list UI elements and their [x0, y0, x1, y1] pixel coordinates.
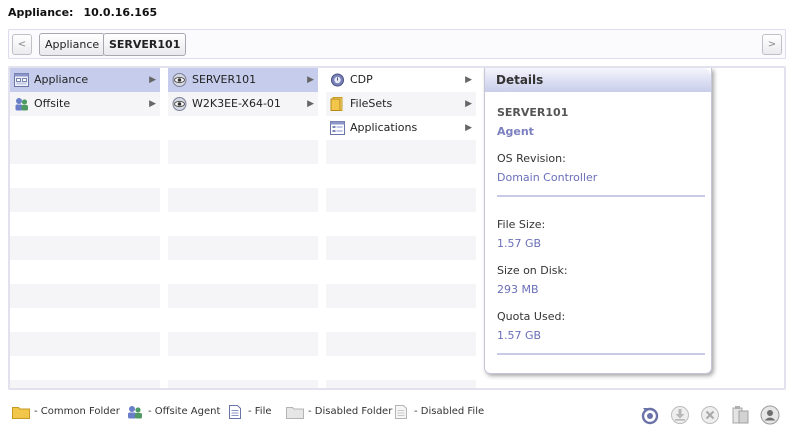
refresh-icon[interactable] — [640, 405, 660, 425]
legend-label: - Disabled Folder — [308, 406, 393, 417]
legend-offsite-agent: - Offsite Agent — [126, 404, 220, 420]
details-type: Agent — [497, 125, 534, 138]
folder-icon — [330, 97, 343, 111]
cdp-icon — [331, 73, 344, 87]
details-name: SERVER101 — [497, 106, 569, 119]
legend-disabled-folder: - Disabled Folder — [286, 404, 392, 420]
appliance-header: Appliance: 10.0.16.165 — [8, 6, 157, 20]
row-filesets[interactable]: FileSets ▶ — [326, 92, 476, 116]
os-revision-label: OS Revision: — [497, 152, 566, 165]
legend-disabled-file: - Disabled File — [392, 404, 484, 420]
quota-used-label: Quota Used: — [497, 310, 566, 323]
row-label: SERVER101 — [192, 73, 257, 86]
row-label: Offsite — [34, 97, 71, 110]
expand-arrow-icon: ▶ — [465, 75, 472, 85]
expand-arrow-icon: ▶ — [307, 99, 314, 109]
offsite-agent-icon — [15, 98, 28, 111]
os-revision-value: Domain Controller — [497, 171, 598, 184]
eye-icon — [172, 97, 187, 111]
row-w2k3ee[interactable]: W2K3EE-X64-01 ▶ — [168, 92, 318, 116]
expand-arrow-icon: ▶ — [149, 75, 156, 85]
breadcrumb-prev-button[interactable]: < — [12, 34, 32, 55]
clipboard-icon[interactable] — [730, 405, 750, 425]
expand-arrow-icon: ▶ — [465, 99, 472, 109]
eye-icon — [172, 73, 187, 87]
appliance-label: Appliance: — [8, 6, 74, 19]
row-server101[interactable]: SERVER101 ▶ — [168, 68, 318, 92]
row-appliance[interactable]: Appliance ▶ — [10, 68, 160, 92]
row-label: Appliance — [34, 73, 89, 86]
download-icon[interactable] — [670, 405, 690, 425]
details-title: Details — [485, 68, 711, 92]
quota-used-value: 1.57 GB — [497, 329, 542, 342]
column-browser: Appliance ▶ Offsite ▶ SERVER101 ▶ W2K3EE… — [8, 66, 786, 390]
offsite-agent-icon — [128, 406, 142, 419]
row-applications[interactable]: Applications ▶ — [326, 116, 476, 140]
legend-label: - Offsite Agent — [148, 406, 221, 417]
appliance-icon — [14, 73, 29, 87]
crumb-server101[interactable]: SERVER101 — [103, 33, 187, 56]
appliance-ip: 10.0.16.165 — [83, 6, 158, 19]
user-icon[interactable] — [760, 405, 780, 425]
row-cdp[interactable]: CDP ▶ — [326, 68, 476, 92]
details-divider — [497, 195, 705, 197]
row-label: FileSets — [350, 97, 393, 110]
expand-arrow-icon: ▶ — [307, 75, 314, 85]
disabled-file-icon — [395, 405, 407, 419]
legend-label: - Disabled File — [414, 406, 485, 417]
size-on-disk-value: 293 MB — [497, 283, 539, 296]
toolbar — [640, 405, 782, 425]
file-size-label: File Size: — [497, 218, 546, 231]
details-panel: Details SERVER101 Agent OS Revision: Dom… — [484, 68, 712, 374]
file-icon — [229, 405, 241, 419]
disabled-folder-icon — [286, 407, 304, 419]
close-icon[interactable] — [700, 405, 720, 425]
legend-label: - Common Folder — [34, 406, 120, 417]
expand-arrow-icon: ▶ — [149, 99, 156, 109]
row-label: W2K3EE-X64-01 — [192, 97, 281, 110]
row-offsite[interactable]: Offsite ▶ — [10, 92, 160, 116]
legend-common-folder: - Common Folder — [12, 404, 120, 420]
column-appliances: Appliance ▶ Offsite ▶ — [10, 68, 160, 388]
legend-label: - File — [248, 406, 272, 417]
breadcrumb-next-button[interactable]: > — [762, 34, 782, 55]
size-on-disk-label: Size on Disk: — [497, 264, 568, 277]
column-items: CDP ▶ FileSets ▶ Applications ▶ — [326, 68, 476, 388]
expand-arrow-icon: ▶ — [465, 123, 472, 133]
applications-icon — [330, 121, 345, 135]
row-label: Applications — [350, 121, 418, 134]
legend-file: - File — [226, 404, 272, 420]
row-label: CDP — [350, 73, 373, 86]
column-agents: SERVER101 ▶ W2K3EE-X64-01 ▶ — [168, 68, 318, 388]
details-divider — [497, 353, 705, 355]
crumb-appliance[interactable]: Appliance — [39, 33, 106, 56]
common-folder-icon — [12, 407, 30, 419]
file-size-value: 1.57 GB — [497, 237, 542, 250]
breadcrumb: < Appliance SERVER101 > — [8, 29, 786, 59]
